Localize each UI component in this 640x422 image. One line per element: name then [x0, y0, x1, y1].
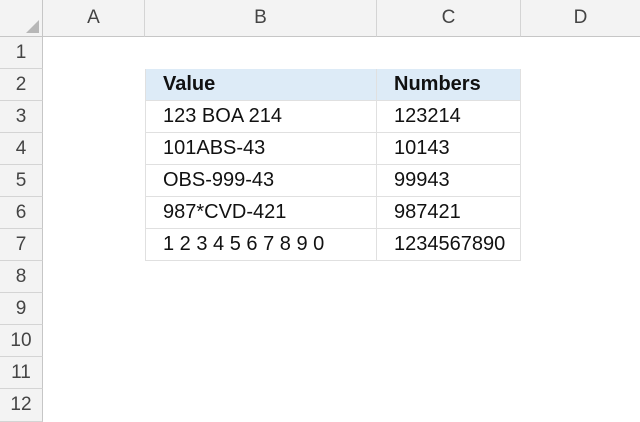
row-header-3[interactable]: 3 — [0, 101, 43, 133]
row-header-8[interactable]: 8 — [0, 261, 43, 293]
row-header-12[interactable]: 12 — [0, 389, 43, 422]
column-header-d[interactable]: D — [521, 0, 640, 37]
select-all-icon — [26, 20, 39, 33]
column-header-c[interactable]: C — [377, 0, 521, 37]
cell-b4[interactable]: 101ABS-43 — [145, 133, 377, 165]
spreadsheet: A B C D 1 2 3 4 5 6 7 8 9 10 11 12 Value… — [0, 0, 640, 422]
cell-c7[interactable]: 1234567890 — [377, 229, 521, 261]
cell-c4[interactable]: 10143 — [377, 133, 521, 165]
cell-c5[interactable]: 99943 — [377, 165, 521, 197]
cell-b3[interactable]: 123 BOA 214 — [145, 101, 377, 133]
cell-b6[interactable]: 987*CVD-421 — [145, 197, 377, 229]
cell-b2-header-value[interactable]: Value — [145, 69, 377, 101]
row-header-1[interactable]: 1 — [0, 37, 43, 69]
cell-b7[interactable]: 1 2 3 4 5 6 7 8 9 0 — [145, 229, 377, 261]
row-header-5[interactable]: 5 — [0, 165, 43, 197]
cell-b5[interactable]: OBS-999-43 — [145, 165, 377, 197]
cell-c3[interactable]: 123214 — [377, 101, 521, 133]
row-header-4[interactable]: 4 — [0, 133, 43, 165]
row-header-9[interactable]: 9 — [0, 293, 43, 325]
row-header-11[interactable]: 11 — [0, 357, 43, 389]
column-header-b[interactable]: B — [145, 0, 377, 37]
cell-c6[interactable]: 987421 — [377, 197, 521, 229]
row-header-6[interactable]: 6 — [0, 197, 43, 229]
cell-c2-header-numbers[interactable]: Numbers — [377, 69, 521, 101]
row-header-10[interactable]: 10 — [0, 325, 43, 357]
row-header-7[interactable]: 7 — [0, 229, 43, 261]
row-header-2[interactable]: 2 — [0, 69, 43, 101]
select-all-corner[interactable] — [0, 0, 43, 37]
column-header-a[interactable]: A — [43, 0, 145, 37]
